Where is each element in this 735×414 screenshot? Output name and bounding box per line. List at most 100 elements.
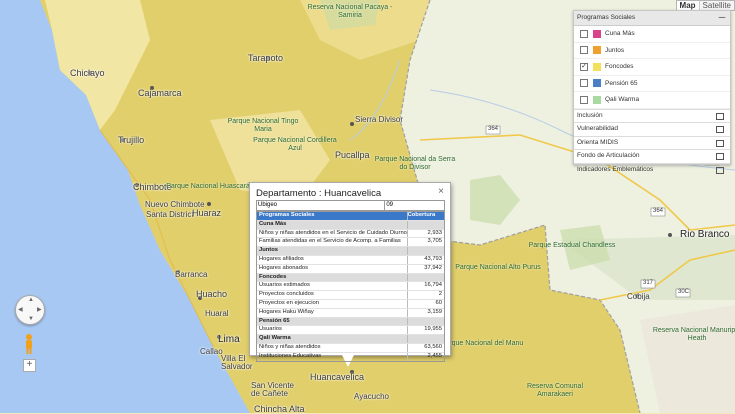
table-row: Usuarios estimados 16,794 — [257, 282, 444, 292]
table-row: Proyectos concluidos 2 — [257, 291, 444, 300]
table-cell-label: Pensión 65 — [259, 317, 290, 324]
map-type-satellite-button[interactable]: Satellite — [698, 1, 734, 10]
table-row: Hogares abonados 37,942 — [257, 264, 444, 274]
table-cell-value: 16,794 — [406, 282, 444, 291]
place-cobija: Cobija — [627, 292, 650, 301]
section-vulnerabilidad[interactable]: Vulnerabilidad — [574, 122, 730, 136]
table-cell-value: 3,705 — [406, 238, 444, 247]
table-cell-label: Usuarios — [259, 326, 282, 333]
ubigeo-value: 09 — [386, 202, 393, 208]
section-label: Indicadores Emblemáticos — [577, 165, 654, 173]
route-364-b: 364 — [653, 208, 664, 214]
section-inclusion[interactable]: Inclusión — [574, 108, 730, 123]
place-rio-branco: Rio Branco — [680, 229, 730, 240]
pan-left-icon[interactable]: ◀ — [18, 306, 23, 313]
programs-panel-header: Programas Sociales — — [574, 11, 730, 26]
program-label: Pensión 65 — [605, 79, 638, 87]
table-cell-value — [406, 273, 444, 282]
pan-control[interactable]: ▲ ▼ ◀ ▶ — [15, 295, 45, 325]
table-cell-value: 2 — [406, 291, 444, 299]
place-sierra-divisor: Sierra Divisor — [355, 115, 404, 124]
table-cell-label: Instituciones Educativas — [259, 352, 322, 359]
place-callao: Callao — [200, 347, 223, 356]
expand-icon[interactable] — [716, 112, 724, 120]
park-tingo: Parque Nacional Tingo Maria — [227, 118, 299, 133]
table-cell-value: 19,955 — [406, 326, 444, 335]
table-group-row: Juntos — [257, 247, 444, 256]
table-cell-label: Proyectos concluidos — [259, 291, 314, 298]
pan-up-icon[interactable]: ▲ — [28, 297, 34, 303]
place-santa-district: Santa District — [146, 210, 194, 219]
table-cell-value: 37,942 — [406, 264, 444, 273]
route-30c: 30C — [678, 289, 690, 295]
map-type-map-button[interactable]: Map — [676, 1, 699, 10]
table-cell-label: Familias atendidas en el Servicio de Aco… — [259, 238, 401, 245]
expand-icon[interactable] — [716, 139, 724, 147]
program-item-cuna-mas[interactable]: Cuna Más — [574, 26, 730, 43]
program-item-juntos[interactable]: Juntos — [574, 43, 730, 59]
park-chandless: Parque Estadual Chandless — [528, 242, 616, 249]
pan-down-icon[interactable]: ▼ — [28, 316, 34, 322]
program-checkbox[interactable] — [580, 79, 588, 88]
route-364-a: 364 — [488, 126, 499, 132]
pan-right-icon[interactable]: ▶ — [37, 306, 42, 313]
table-cell-value: 2,455 — [406, 352, 444, 361]
park-cordillera-azul: Parque Nacional Cordillera Azul — [253, 137, 337, 152]
section-label: Fondo de Articulación — [577, 152, 640, 160]
program-checkbox[interactable] — [580, 29, 588, 38]
place-san-vicente: San Vicente de Cañete — [251, 381, 294, 398]
park-alto-purus: Parque Nacional Alto Purus — [455, 264, 541, 271]
park-amarakaeri: Reserva Comunal Amarakaeri — [526, 383, 584, 398]
place-lima: Lima — [218, 334, 240, 345]
info-window: Departamento : Huancavelica × Ubigeo 09 … — [249, 182, 451, 367]
column-header-program: Programas Sociales — [259, 212, 315, 218]
table-cell-value — [406, 220, 444, 229]
table-cell-label: Niños y niñas atendidos — [259, 343, 321, 350]
table-cell-value: 2,933 — [406, 229, 444, 238]
table-cell-label: Foncodes — [259, 273, 287, 280]
table-cell-label: Proyectos en ejecucion — [259, 299, 319, 306]
expand-icon[interactable] — [716, 166, 724, 174]
program-item-foncodes[interactable]: ✓ Foncodes — [574, 59, 730, 76]
table-cell-value — [406, 247, 444, 255]
close-icon[interactable]: × — [438, 186, 444, 197]
expand-icon[interactable] — [716, 153, 724, 161]
section-indicadores[interactable]: Indicadores Emblemáticos — [574, 162, 730, 177]
ubigeo-label: Ubigeo — [257, 201, 386, 210]
table-cell-label: Hogares Haku Wiñay — [259, 308, 314, 315]
table-group-row: Cuna Más — [257, 220, 444, 230]
programs-panel: Programas Sociales — Cuna Más Juntos ✓ F… — [573, 10, 731, 174]
table-cell-value: 63,560 — [406, 343, 444, 352]
place-chiclayo: Chiclayo — [70, 68, 105, 78]
table-row: Usuarios 19,955 — [257, 326, 444, 336]
zoom-in-button[interactable]: + — [23, 359, 36, 372]
program-checkbox[interactable] — [580, 46, 588, 55]
column-header-coverage: Cobertura — [406, 212, 444, 220]
program-item-qali-warma[interactable]: Qali Warma — [574, 92, 730, 109]
place-huacho: Huacho — [196, 289, 228, 299]
program-checkbox[interactable] — [580, 95, 588, 104]
street-view-pegman-icon[interactable] — [24, 333, 34, 355]
table-group-row: Qali Warma — [257, 335, 444, 344]
table-row: Hogares afiliados 43,793 — [257, 255, 444, 265]
section-orienta-midis[interactable]: Orienta MIDIS — [574, 135, 730, 150]
table-cell-value — [406, 335, 444, 343]
expand-icon[interactable] — [716, 126, 724, 134]
table-cell-label: Niños y niñas atendidos en el Servicio d… — [259, 229, 407, 236]
program-checkbox-checked[interactable]: ✓ — [580, 62, 588, 71]
table-cell-value: 3,159 — [406, 308, 444, 317]
collapse-icon[interactable]: — — [718, 11, 726, 25]
table-row: Instituciones Educativas 2,455 — [257, 352, 444, 361]
table-cell-label: Hogares abonados — [259, 264, 308, 271]
table-header-row: Programas Sociales Cobertura — [257, 212, 444, 221]
place-ayacucho: Ayacucho — [354, 392, 389, 401]
place-barranca: Barranca — [175, 270, 208, 279]
coverage-table: Programas Sociales Cobertura Cuna Más Ni… — [256, 211, 445, 362]
program-item-pension-65[interactable]: Pensión 65 — [574, 76, 730, 92]
program-color-swatch — [593, 46, 601, 55]
program-color-swatch — [593, 79, 601, 88]
table-cell-value: 60 — [406, 299, 444, 308]
section-fondo-articulacion[interactable]: Fondo de Articulación — [574, 149, 730, 163]
place-huaraz: Huaraz — [192, 208, 222, 218]
park-serra-divisor: Parque Nacional da Serra do Divisor — [374, 156, 456, 171]
